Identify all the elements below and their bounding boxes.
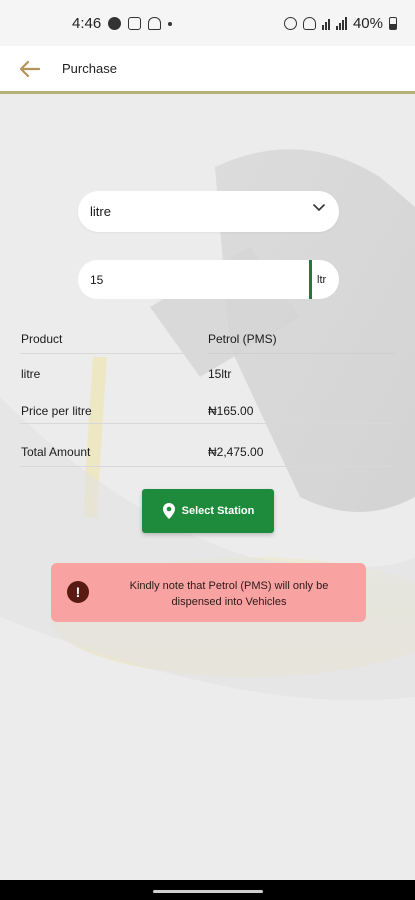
divider — [20, 423, 395, 424]
cell-signal-icon — [335, 17, 347, 30]
summary-label: Product — [21, 332, 63, 346]
alarm-icon — [283, 17, 297, 30]
alert-icon: ! — [67, 581, 89, 603]
summary-value: 15ltr — [208, 367, 232, 381]
unit-dropdown-value: litre — [90, 204, 111, 219]
notice-banner: ! Kindly note that Petrol (PMS) will onl… — [51, 563, 366, 622]
back-button[interactable] — [0, 45, 60, 93]
more-notifications-icon — [168, 21, 173, 26]
summary-label: litre — [21, 367, 41, 381]
system-navigation-bar — [0, 880, 415, 900]
divider — [208, 353, 395, 354]
hotspot-icon — [302, 17, 316, 30]
summary-row-price: Price per litre ₦165.00 — [20, 395, 395, 430]
gallery-icon — [128, 17, 142, 30]
quantity-unit: ltr — [317, 274, 327, 286]
status-right: 40% — [283, 15, 397, 32]
divider — [20, 466, 395, 467]
app-notification-icon — [108, 17, 122, 30]
page-title: Purchase — [62, 61, 117, 76]
summary-label: Total Amount — [21, 445, 91, 459]
status-left: 4:46 — [72, 15, 173, 32]
notice-text: Kindly note that Petrol (PMS) will only … — [129, 580, 329, 608]
map-pin-icon — [162, 503, 175, 519]
battery-percent: 40% — [352, 15, 383, 32]
quantity-input[interactable]: 15 ltr — [78, 260, 339, 299]
hand-icon — [148, 17, 162, 30]
summary-row-litre: litre 15ltr — [20, 358, 395, 393]
battery-icon — [389, 17, 397, 30]
app-bar: Purchase — [0, 46, 415, 94]
summary-value: Petrol (PMS) — [208, 332, 277, 346]
wifi-signal-icon — [321, 17, 330, 30]
select-station-button[interactable]: Select Station — [142, 489, 274, 533]
status-bar: 4:46 40% — [0, 0, 415, 46]
quantity-divider — [309, 260, 312, 299]
select-station-label: Select Station — [181, 505, 255, 517]
chevron-down-icon — [313, 204, 325, 212]
status-time: 4:46 — [72, 15, 102, 32]
summary-value: ₦2,475.00 — [208, 445, 264, 459]
quantity-value[interactable]: 15 — [90, 273, 103, 287]
summary-label: Price per litre — [21, 404, 92, 418]
summary-value: ₦165.00 — [208, 404, 254, 418]
arrow-left-icon — [20, 60, 40, 77]
home-gesture-handle[interactable] — [153, 890, 263, 893]
unit-dropdown[interactable]: litre — [78, 191, 339, 232]
